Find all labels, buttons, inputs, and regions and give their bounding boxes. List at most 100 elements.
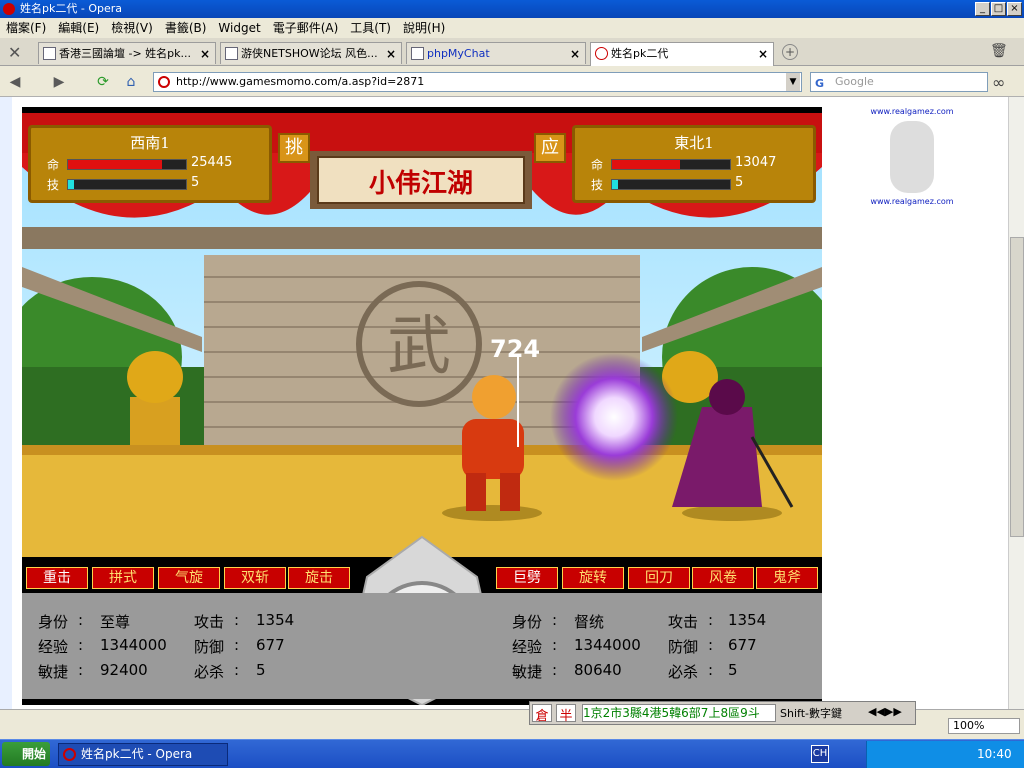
title-bar: 姓名pk二代 - Opera _ □ ×	[0, 0, 1024, 18]
minimize-button[interactable]: _	[975, 2, 990, 16]
skill-left-3[interactable]: 气旋	[158, 567, 220, 589]
hp-label: 命	[591, 158, 604, 172]
address-toolbar: ◀ ▶ ⟳ ⌂ http://www.gamesmomo.com/a.asp?i…	[0, 67, 1024, 97]
left-agility: 92400	[100, 661, 148, 679]
menu-file[interactable]: 檔案(F)	[6, 18, 46, 38]
close-tab-icon[interactable]: ×	[758, 43, 768, 65]
search-placeholder: Google	[835, 75, 874, 88]
ad-banner[interactable]: www.realgamez.com www.realgamez.com	[862, 107, 962, 211]
ime-mode[interactable]: 倉	[532, 704, 552, 724]
skill-right-5[interactable]: 鬼斧	[756, 567, 818, 589]
stat-label: 必杀	[668, 663, 699, 681]
left-attack: 1354	[256, 611, 295, 629]
damage-number: 724	[490, 335, 541, 363]
ime-nav-icon[interactable]: ◀◀▶▶	[868, 705, 902, 718]
taskbar-item-opera[interactable]: 姓名pk二代 - Opera	[58, 743, 228, 766]
left-exp: 1344000	[100, 636, 167, 654]
vertical-scrollbar[interactable]	[1008, 97, 1024, 709]
hp-label: 命	[47, 158, 60, 172]
scroll-thumb[interactable]	[1010, 237, 1024, 537]
menu-bookmarks[interactable]: 書籤(B)	[165, 18, 207, 38]
tab-bar: ✕ 香港三國論壇 -> 姓名pk... × 游侠NETSHOW论坛 风色... …	[0, 38, 1024, 66]
player-right-hp: 13047	[735, 155, 777, 170]
skill-right-4[interactable]: 风卷	[692, 567, 754, 589]
page-icon	[225, 47, 238, 60]
menu-mail[interactable]: 電子郵件(A)	[273, 18, 339, 38]
player-right-hp-bar	[611, 159, 731, 170]
ime-hint: Shift-數字鍵	[780, 707, 842, 720]
close-tab-icon[interactable]: ×	[570, 43, 580, 64]
right-agility: 80640	[574, 661, 622, 679]
ime-toolbar[interactable]: 倉 半 1京2市3縣4港5韓6部7上8區9斗 Shift-數字鍵 ◀◀▶▶	[529, 701, 916, 725]
menu-tools[interactable]: 工具(T)	[350, 18, 391, 38]
reload-icon[interactable]: ⟳	[92, 72, 114, 92]
menu-help[interactable]: 說明(H)	[403, 18, 445, 38]
skill-left-1[interactable]: 重击	[26, 567, 88, 589]
left-crit: 5	[256, 661, 266, 679]
close-button[interactable]: ×	[1007, 2, 1022, 16]
ad-text-bottom: www.realgamez.com	[870, 197, 954, 206]
fighter-left	[462, 419, 524, 479]
challenge-button[interactable]: 挑	[278, 133, 310, 163]
start-button[interactable]: 開始	[2, 742, 50, 766]
player-right-sp: 5	[735, 175, 744, 190]
tab-4[interactable]: 姓名pk二代 ×	[590, 42, 774, 66]
menu-widget[interactable]: Widget	[218, 18, 260, 38]
left-defense: 677	[256, 636, 285, 654]
window-title: 姓名pk二代 - Opera	[20, 2, 122, 15]
respond-button[interactable]: 应	[534, 133, 566, 163]
skill-right-1[interactable]: 巨劈	[496, 567, 558, 589]
skill-left-2[interactable]: 拼式	[92, 567, 154, 589]
player-right-name: 東北1	[674, 134, 714, 152]
tab-2[interactable]: 游侠NETSHOW论坛 风色... ×	[220, 42, 402, 64]
clock[interactable]: 10:40	[977, 741, 1012, 768]
zoom-select[interactable]: 100%	[948, 718, 1020, 734]
address-field[interactable]: http://www.gamesmomo.com/a.asp?id=2871	[153, 72, 802, 92]
tab-1[interactable]: 香港三國論壇 -> 姓名pk... ×	[38, 42, 216, 64]
search-field[interactable]: G Google	[810, 72, 988, 92]
player-left-hp: 25445	[191, 155, 233, 170]
lang-indicator[interactable]: CH	[811, 745, 829, 763]
menu-view[interactable]: 檢視(V)	[111, 18, 153, 38]
right-identity: 督统	[574, 613, 605, 631]
menu-edit[interactable]: 編輯(E)	[58, 18, 99, 38]
ad-text-top: www.realgamez.com	[870, 107, 954, 116]
trash-icon[interactable]: 🗑	[990, 43, 1008, 59]
player-left-sp-bar	[67, 179, 187, 190]
stats-panel: 身份: 至尊 攻击: 1354 经验: 1344000 防御: 677 敏捷: …	[22, 593, 822, 699]
skeleton-mascot	[890, 121, 934, 193]
skill-right-2[interactable]: 旋转	[562, 567, 624, 589]
site-icon	[158, 76, 170, 88]
player-right-sp-bar	[611, 179, 731, 190]
player-left-panel: 西南1 命 25445 技 5	[28, 125, 272, 203]
skill-label: 技	[591, 178, 604, 192]
page-content: 小伟江湖 武 724 VS 挑 应 西南1 命 25445 技 5 東北1 命 …	[0, 97, 1008, 709]
skill-right-3[interactable]: 回刀	[628, 567, 690, 589]
new-tab-icon[interactable]: +	[782, 44, 798, 60]
tools-icon[interactable]: ✕	[8, 43, 21, 62]
opera-icon	[3, 3, 15, 15]
back-icon[interactable]: ◀	[4, 72, 26, 92]
close-tab-icon[interactable]: ×	[386, 43, 396, 64]
home-icon[interactable]: ⌂	[120, 72, 142, 92]
skill-left-5[interactable]: 旋击	[288, 567, 350, 589]
glasses-icon[interactable]: ∞	[992, 73, 1005, 92]
ime-candidates[interactable]: 1京2市3縣4港5韓6部7上8區9斗	[582, 704, 776, 722]
skill-label: 技	[47, 178, 60, 192]
tab-label: phpMyChat	[427, 47, 490, 60]
page-icon	[411, 47, 424, 60]
player-right-panel: 東北1 命 13047 技 5	[572, 125, 816, 203]
stat-label: 必杀	[194, 663, 225, 681]
stat-label: 经验	[512, 638, 543, 656]
skill-left-4[interactable]: 双斩	[224, 567, 286, 589]
restore-button[interactable]: □	[991, 2, 1006, 16]
address-url: http://www.gamesmomo.com/a.asp?id=2871	[176, 75, 425, 88]
tab-3[interactable]: phpMyChat ×	[406, 42, 586, 64]
stat-label: 敏捷	[512, 663, 543, 681]
chevron-down-icon[interactable]: ▼	[786, 73, 800, 91]
ime-width[interactable]: 半	[556, 704, 576, 724]
tab-label: 香港三國論壇 -> 姓名pk...	[59, 47, 192, 60]
forward-icon[interactable]: ▶	[48, 72, 70, 92]
game-canvas[interactable]: 小伟江湖 武 724 VS 挑 应 西南1 命 25445 技 5 東北1 命 …	[22, 107, 822, 705]
close-tab-icon[interactable]: ×	[200, 43, 210, 64]
